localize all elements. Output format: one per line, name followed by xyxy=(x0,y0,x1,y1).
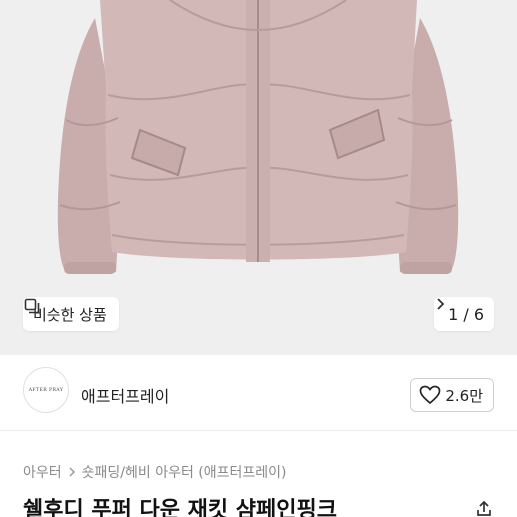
product-title: 쉘후디 푸퍼 다운 재킷 샴페인핑크 xyxy=(23,498,337,517)
share-button[interactable] xyxy=(475,500,493,517)
shop-logo[interactable]: AFTER PRAY xyxy=(23,367,69,413)
similar-products-icon xyxy=(24,298,40,314)
image-pager-button[interactable]: 1 / 6 xyxy=(434,297,494,331)
like-button[interactable]: 2.6만 xyxy=(410,378,494,412)
breadcrumb-item-category[interactable]: 숏패딩/헤비 아우터 (애프터프레이) xyxy=(82,462,287,482)
breadcrumb: 아우터 숏패딩/헤비 아우터 (애프터프레이) xyxy=(23,462,287,482)
chevron-right-icon xyxy=(437,298,445,310)
shop-info-row[interactable]: AFTER PRAY 애프터프레이 2.6만 xyxy=(0,355,517,431)
heart-outline-icon xyxy=(419,385,441,405)
similar-products-button[interactable]: 비슷한 상품 xyxy=(23,297,119,331)
shop-name[interactable]: 애프터프레이 xyxy=(81,383,169,407)
like-count: 2.6만 xyxy=(445,386,483,405)
chevron-right-icon xyxy=(69,467,75,477)
breadcrumb-item-outer[interactable]: 아우터 xyxy=(23,462,62,482)
similar-products-label: 비슷한 상품 xyxy=(33,305,107,324)
share-icon xyxy=(477,500,491,516)
image-counter: 1 / 6 xyxy=(448,304,484,324)
shop-logo-text: AFTER PRAY xyxy=(28,387,64,393)
product-image-gallery[interactable]: 비슷한 상품 1 / 6 xyxy=(0,0,517,355)
